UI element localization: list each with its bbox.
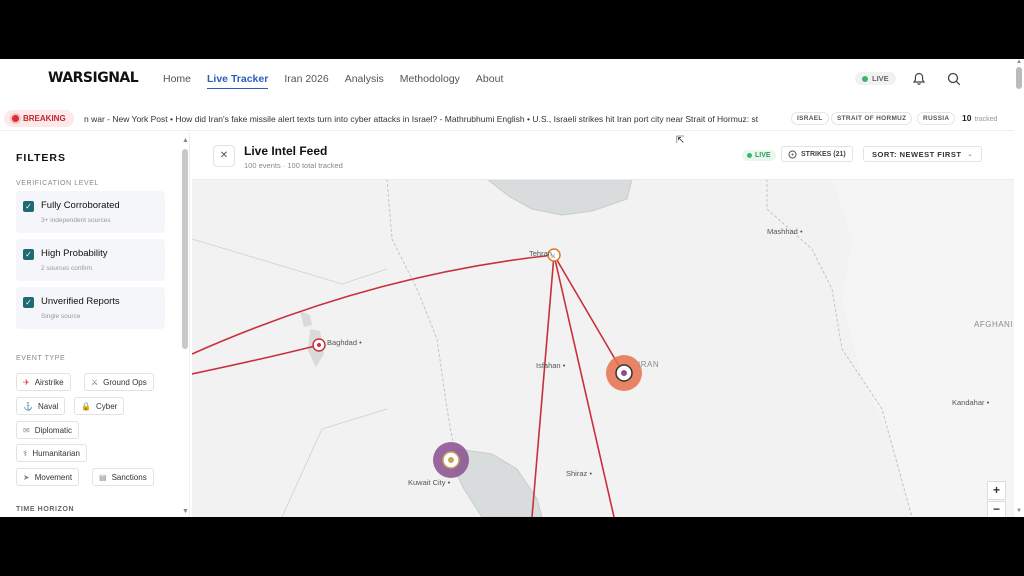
checkbox-checked-icon[interactable]: ✓ — [23, 297, 34, 308]
filter-unverified-reports[interactable]: ✓ Unverified Reports Single source — [16, 287, 165, 329]
breaking-label: BREAKING — [23, 114, 66, 123]
nav-methodology[interactable]: Methodology — [400, 73, 460, 89]
map-svg: ⚔ — [192, 179, 1014, 517]
airstrike-icon: ✈ — [23, 377, 30, 387]
lock-icon: 🔒 — [81, 401, 91, 411]
tag-strait-of-hormuz[interactable]: STRAIT OF HORMUZ — [831, 112, 913, 125]
tag-russia[interactable]: RUSSIA — [917, 112, 956, 125]
city-label-tehran: Tehran — [529, 249, 552, 258]
filter-high-probability[interactable]: ✓ High Probability 2 sources confirm — [16, 239, 165, 281]
main-nav: Home Live Tracker Iran 2026 Analysis Met… — [163, 73, 519, 89]
filter-sub: Single source — [41, 313, 81, 320]
chip-cyber[interactable]: 🔒 Cyber — [74, 397, 125, 415]
mouse-cursor-icon: ⇱ — [676, 135, 685, 146]
sort-dropdown[interactable]: SORT: NEWEST FIRST ⌄ — [863, 146, 982, 162]
live-dot-icon — [747, 153, 752, 158]
event-type-label: EVENT TYPE — [16, 355, 66, 362]
verification-level-label: VERIFICATION LEVEL — [16, 180, 100, 187]
zoom-in-button[interactable]: + — [987, 481, 1006, 500]
time-horizon-label: TIME HORIZON — [16, 506, 75, 513]
chip-movement[interactable]: ➤ Movement — [16, 468, 80, 486]
zoom-out-button[interactable]: − — [987, 501, 1006, 517]
bell-icon[interactable] — [912, 72, 926, 86]
chip-airstrike[interactable]: ✈ Airstrike — [16, 373, 71, 391]
map-canvas[interactable]: ⚔ Tehran Mashhad • Baghdad • Isfahan • I… — [192, 179, 1014, 517]
chip-naval[interactable]: ⚓ Naval — [16, 397, 66, 415]
page-scroll-up-icon[interactable]: ▲ — [1016, 59, 1022, 65]
live-intel-feed-header: ✕ Live Intel Feed 100 events · 100 total… — [192, 133, 1014, 180]
top-nav-bar: WARSIGNAL Home Live Tracker Iran 2026 An… — [0, 59, 1014, 101]
close-feed-button[interactable]: ✕ — [213, 145, 235, 167]
nav-live-tracker[interactable]: Live Tracker — [207, 73, 269, 89]
live-label: LIVE — [872, 74, 889, 83]
chip-diplomatic[interactable]: ✉ Diplomatic — [16, 421, 80, 439]
movement-icon: ➤ — [23, 472, 30, 482]
filters-sidebar: ▲ ▼ FILTERS VERIFICATION LEVEL ✓ Fully C… — [0, 133, 190, 517]
tag-israel[interactable]: ISRAEL — [791, 112, 829, 125]
page-scroll-down-icon[interactable]: ▼ — [1016, 508, 1022, 514]
feed-subtitle: 100 events · 100 total tracked — [244, 161, 343, 170]
checkbox-checked-icon[interactable]: ✓ — [23, 201, 34, 212]
nav-analysis[interactable]: Analysis — [345, 73, 384, 89]
ticker-headlines[interactable]: n war - New York Post • How did Iran's f… — [84, 114, 780, 124]
nav-iran-2026[interactable]: Iran 2026 — [284, 73, 328, 89]
chip-sanctions[interactable]: ▤ Sanctions — [92, 468, 154, 486]
city-label-mashhad: Mashhad • — [767, 227, 803, 236]
filter-sub: 3+ independent sources — [41, 217, 111, 224]
medical-icon: ⚕ — [23, 448, 28, 458]
city-label-kuwait-city: Kuwait City • — [408, 478, 451, 487]
target-icon — [788, 150, 797, 158]
anchor-icon: ⚓ — [23, 401, 33, 411]
sidebar-scrollbar[interactable] — [182, 149, 188, 349]
live-status-pill: LIVE — [855, 72, 896, 85]
feed-title: Live Intel Feed — [244, 144, 328, 158]
filter-sub: 2 sources confirm — [41, 265, 93, 272]
alert-dot-icon — [12, 115, 19, 122]
chevron-down-icon: ⌄ — [967, 151, 973, 158]
sanctions-icon: ▤ — [99, 472, 107, 482]
filter-label: High Probability — [41, 248, 108, 259]
letterbox-bottom — [0, 517, 1024, 576]
letterbox-top — [0, 0, 1024, 59]
ground-ops-icon: ⚔ — [91, 377, 99, 387]
live-dot-icon — [862, 75, 868, 82]
city-label-kandahar: Kandahar • — [952, 398, 990, 407]
search-icon[interactable] — [947, 72, 961, 86]
filter-label: Unverified Reports — [41, 296, 120, 307]
breaking-news-ticker: BREAKING n war - New York Post • How did… — [0, 107, 1014, 131]
feed-live-badge: LIVE — [742, 150, 776, 161]
tracked-count: 10 tracked — [962, 113, 998, 123]
chip-ground-ops[interactable]: ⚔ Ground Ops — [84, 373, 154, 391]
city-label-baghdad: Baghdad • — [327, 338, 362, 347]
filters-title: FILTERS — [16, 152, 66, 164]
city-label-isfahan: Isfahan • — [536, 361, 566, 370]
filter-fully-corroborated[interactable]: ✓ Fully Corroborated 3+ independent sour… — [16, 191, 165, 233]
scroll-up-arrow-icon[interactable]: ▲ — [182, 137, 189, 144]
envelope-icon: ✉ — [23, 425, 30, 435]
app-window: WARSIGNAL Home Live Tracker Iran 2026 An… — [0, 59, 1024, 517]
chip-humanitarian[interactable]: ⚕ Humanitarian — [16, 444, 87, 462]
nav-about[interactable]: About — [476, 73, 503, 89]
filter-label: Fully Corroborated — [41, 200, 120, 211]
country-label-iran: IRAN — [638, 360, 660, 369]
checkbox-checked-icon[interactable]: ✓ — [23, 249, 34, 260]
city-label-shiraz: Shiraz • — [566, 469, 592, 478]
scroll-down-arrow-icon[interactable]: ▼ — [182, 508, 189, 515]
country-label-afghanistan: AFGHANI — [974, 320, 1014, 329]
logo[interactable]: WARSIGNAL — [48, 70, 139, 86]
page-scrollbar[interactable] — [1016, 67, 1022, 89]
strikes-filter-button[interactable]: STRIKES (21) — [781, 146, 853, 162]
breaking-badge: BREAKING — [4, 110, 74, 127]
nav-home[interactable]: Home — [163, 73, 191, 89]
